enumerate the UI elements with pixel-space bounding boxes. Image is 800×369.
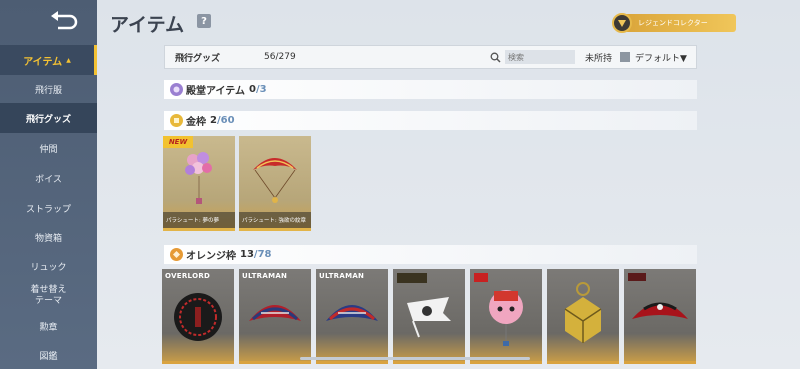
item-name: パラシュート: 強欲の紋章	[239, 212, 311, 228]
item-card[interactable]: ULTRAMAN	[239, 269, 311, 364]
back-arrow-icon	[51, 11, 78, 30]
balloon-character-icon	[474, 273, 523, 346]
section-count: 2/60	[210, 115, 235, 126]
section-orange-frame[interactable]: オレンジ枠 13/78	[164, 245, 697, 264]
sidebar-item-flight-suit[interactable]: 飛行服	[0, 74, 97, 104]
item-card[interactable]: パラシュート: 強欲の紋章	[239, 136, 311, 231]
item-card[interactable]: NEW パラシュート: 夢の夢	[163, 136, 235, 231]
sidebar-item-voice[interactable]: ボイス	[0, 163, 97, 193]
page-title: アイテム	[110, 14, 185, 36]
flag-glider-icon	[397, 273, 451, 338]
chevron-up-icon: ▲	[66, 56, 71, 64]
chevron-down-icon: ▼	[680, 54, 687, 64]
horizontal-scrollbar[interactable]	[300, 357, 530, 360]
section-count: 13/78	[240, 249, 272, 260]
filter-count: 56/279	[264, 52, 296, 62]
unowned-checkbox[interactable]	[620, 52, 630, 62]
brand-label: ULTRAMAN	[242, 272, 288, 280]
gold-frame-icon	[170, 114, 183, 127]
help-icon[interactable]: ?	[197, 14, 211, 28]
back-button[interactable]	[48, 10, 78, 32]
ultraman-glider-icon	[326, 305, 378, 321]
brand-label: OVERLORD	[165, 272, 211, 280]
item-card[interactable]: ULTRAMAN	[316, 269, 388, 364]
sidebar-item-supply-box[interactable]: 物資箱	[0, 222, 97, 252]
unowned-label: 未所持	[585, 54, 613, 64]
sidebar-item-flight-goods[interactable]: 飛行グッズ	[0, 103, 97, 133]
new-badge: NEW	[163, 136, 193, 148]
red-glider-icon	[628, 273, 688, 319]
sidebar-item-theme[interactable]: 着せ替え テーマ	[0, 281, 97, 311]
item-card[interactable]	[547, 269, 619, 364]
sidebar-item-strap[interactable]: ストラップ	[0, 193, 97, 223]
filter-category: 飛行グッズ	[175, 53, 221, 64]
dark-umbrella-icon	[174, 293, 222, 341]
orange-frame-icon	[170, 248, 183, 261]
section-hall-of-fame[interactable]: 殿堂アイテム 0/3	[164, 80, 697, 99]
sidebar-item-companion[interactable]: 仲間	[0, 133, 97, 163]
collector-badge[interactable]: レジェンドコレクター	[612, 13, 736, 33]
sidebar-item-medal[interactable]: 勲章	[0, 311, 97, 341]
collector-emblem-icon	[612, 13, 632, 33]
section-count: 0/3	[249, 84, 267, 95]
item-card[interactable]	[624, 269, 696, 364]
search-icon	[490, 52, 501, 63]
sidebar-item-collection[interactable]: 図鑑	[0, 340, 97, 369]
search-box[interactable]	[490, 49, 580, 65]
ultraman-glider-icon	[249, 305, 301, 321]
filter-bar: 飛行グッズ 56/279 未所持 デフォルト▼	[164, 45, 697, 69]
item-card[interactable]	[470, 269, 542, 364]
item-card[interactable]	[393, 269, 465, 364]
sidebar: アイテム ▲ 飛行服 飛行グッズ 仲間 ボイス ストラップ 物資箱 リュック 着せ…	[0, 0, 97, 369]
section-gold-frame[interactable]: 金枠 2/60	[164, 111, 697, 130]
item-card[interactable]: OVERLORD	[162, 269, 234, 364]
sidebar-item-items[interactable]: アイテム ▲	[0, 45, 97, 75]
red-parachute-icon	[253, 158, 297, 203]
sidebar-item-backpack[interactable]: リュック	[0, 251, 97, 281]
gold-crate-icon	[564, 282, 602, 343]
sort-dropdown[interactable]: デフォルト▼	[635, 51, 687, 64]
balloon-parachute-icon	[185, 152, 212, 204]
item-name: パラシュート: 夢の夢	[163, 212, 235, 228]
brand-label: ULTRAMAN	[319, 272, 365, 280]
hall-of-fame-icon	[170, 83, 183, 96]
search-input[interactable]	[505, 50, 575, 64]
